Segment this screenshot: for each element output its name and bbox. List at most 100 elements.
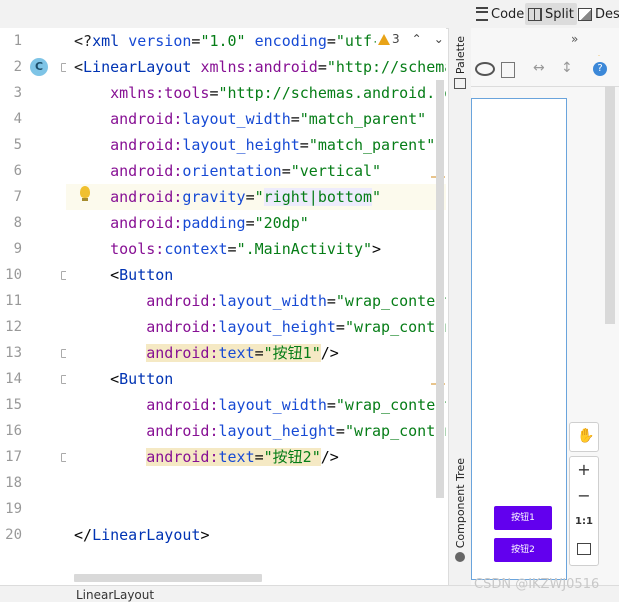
code-line[interactable]: android:text="按钮2"/> bbox=[66, 444, 446, 470]
inspection-warnings[interactable]: 3 ⌃ ⌄ bbox=[376, 32, 444, 46]
code-token: tools: bbox=[110, 240, 165, 258]
line-number: 19 bbox=[5, 501, 22, 517]
code-line[interactable]: <Button bbox=[66, 366, 446, 392]
editor-horizontal-scrollbar[interactable] bbox=[74, 574, 262, 582]
line-number: 2 bbox=[13, 59, 22, 75]
code-token: layout_width bbox=[182, 110, 291, 128]
line-number: 6 bbox=[13, 163, 22, 179]
code-token: /> bbox=[320, 448, 339, 466]
code-line[interactable]: <Button bbox=[66, 262, 446, 288]
zoom-to-fit-button[interactable] bbox=[570, 535, 598, 561]
code-line[interactable]: android:layout_width="wrap_content" bbox=[66, 288, 446, 314]
code-token: = bbox=[281, 162, 291, 180]
palette-tab[interactable]: Palette bbox=[449, 36, 471, 90]
code-token: android: bbox=[146, 422, 219, 440]
editor-vertical-scrollbar[interactable] bbox=[436, 80, 444, 498]
vertical-resize-icon[interactable]: ↕ bbox=[561, 60, 573, 76]
code-token: /> bbox=[320, 344, 339, 362]
code-line[interactable] bbox=[66, 496, 446, 522]
code-line[interactable]: tools:context=".MainActivity"> bbox=[66, 236, 446, 262]
code-token: = bbox=[245, 188, 255, 206]
code-token: orientation bbox=[182, 162, 282, 180]
code-token: gravity bbox=[182, 188, 246, 206]
preview-button-2[interactable]: 按钮2 bbox=[494, 538, 552, 562]
code-line[interactable]: android:layout_height="wrap_content" bbox=[66, 314, 446, 340]
code-token: LinearLayout bbox=[92, 526, 201, 544]
code-token: "wrap_content" bbox=[344, 318, 446, 336]
more-options-icon[interactable]: » bbox=[571, 32, 578, 46]
code-token: = bbox=[254, 344, 264, 362]
code-token: " bbox=[372, 188, 382, 206]
code-line[interactable]: <LinearLayout xmlns:android="http://sche… bbox=[66, 54, 446, 80]
code-view-label: Code bbox=[491, 6, 525, 22]
code-token: "wrap_content" bbox=[344, 422, 446, 440]
code-editor[interactable]: <?xml version="1.0" encoding="utf-8"?><L… bbox=[66, 28, 446, 585]
help-icon[interactable]: ? bbox=[593, 62, 607, 76]
line-number: 13 bbox=[5, 345, 22, 361]
zoom-out-button[interactable]: − bbox=[570, 483, 598, 509]
code-token: "20dp" bbox=[254, 214, 309, 232]
code-view-button[interactable]: Code bbox=[476, 3, 524, 25]
code-token: "http://schemas.android.com/tools" bbox=[218, 84, 447, 102]
code-line[interactable]: android:gravity="right|bottom" bbox=[66, 184, 446, 210]
line-number: 8 bbox=[13, 215, 22, 231]
code-line[interactable]: android:layout_width="match_parent" bbox=[66, 106, 446, 132]
line-number: 9 bbox=[13, 241, 22, 257]
code-line[interactable]: android:padding="20dp" bbox=[66, 210, 446, 236]
horizontal-resize-icon[interactable]: ↔ bbox=[533, 60, 545, 76]
breadcrumb[interactable]: LinearLayout bbox=[76, 588, 154, 602]
code-token: android: bbox=[146, 448, 219, 466]
line-number: 4 bbox=[13, 111, 22, 127]
split-view-button[interactable]: Split bbox=[525, 3, 577, 25]
zoom-actual-size-button[interactable]: 1:1 bbox=[570, 509, 598, 535]
line-number: 12 bbox=[5, 319, 22, 335]
code-view-icon bbox=[476, 7, 488, 21]
pan-tool-button[interactable]: ✋ bbox=[569, 422, 599, 452]
code-line[interactable]: android:layout_width="wrap_content" bbox=[66, 392, 446, 418]
code-line[interactable]: </LinearLayout> bbox=[66, 522, 446, 548]
code-token: encoding bbox=[254, 32, 327, 50]
code-token: "按钮1" bbox=[263, 344, 321, 362]
component-tree-tab[interactable]: Component Tree bbox=[449, 458, 471, 563]
code-token: = bbox=[209, 84, 219, 102]
design-vertical-scrollbar[interactable] bbox=[605, 86, 615, 324]
code-token: Button bbox=[119, 370, 174, 388]
code-token: android: bbox=[110, 214, 183, 232]
code-token: layout_height bbox=[218, 422, 336, 440]
code-token: ".MainActivity" bbox=[236, 240, 373, 258]
code-line[interactable] bbox=[66, 470, 446, 496]
design-view-label: Desi bbox=[595, 6, 619, 22]
code-token: right|bottom bbox=[263, 188, 373, 206]
intention-lightbulb-icon[interactable] bbox=[80, 186, 90, 201]
design-view-button[interactable]: Desi bbox=[578, 3, 619, 25]
line-number: 14 bbox=[5, 371, 22, 387]
code-token: xmlns:android bbox=[200, 58, 318, 76]
component-tree-tab-label: Component Tree bbox=[453, 458, 467, 549]
zoom-in-button[interactable]: + bbox=[570, 457, 598, 483]
code-line[interactable]: xmlns:tools="http://schemas.android.com/… bbox=[66, 80, 446, 106]
code-line[interactable]: android:layout_height="match_parent" bbox=[66, 132, 446, 158]
warning-icon bbox=[378, 33, 390, 45]
editor-view-toolbar: Code Split Desi bbox=[0, 0, 619, 29]
design-side-tabs: Palette Component Tree bbox=[448, 28, 472, 585]
fit-screen-icon bbox=[577, 542, 591, 555]
next-highlight-icon[interactable]: ⌄ bbox=[434, 32, 444, 46]
blueprint-toggle-icon[interactable] bbox=[501, 62, 515, 78]
palette-tab-label: Palette bbox=[453, 36, 467, 75]
code-line[interactable]: android:orientation="vertical" bbox=[66, 158, 446, 184]
code-line[interactable]: android:text="按钮1"/> bbox=[66, 340, 446, 366]
code-token: android: bbox=[146, 292, 219, 310]
preview-button-1[interactable]: 按钮1 bbox=[494, 506, 552, 530]
line-number: 18 bbox=[5, 475, 22, 491]
previous-highlight-icon[interactable]: ⌃ bbox=[412, 32, 422, 46]
code-line[interactable]: android:layout_height="wrap_content" bbox=[66, 418, 446, 444]
class-marker-icon[interactable]: C bbox=[30, 58, 48, 76]
line-number: 15 bbox=[5, 397, 22, 413]
view-options-eye-icon[interactable] bbox=[475, 62, 495, 76]
code-token: LinearLayout bbox=[83, 58, 201, 76]
